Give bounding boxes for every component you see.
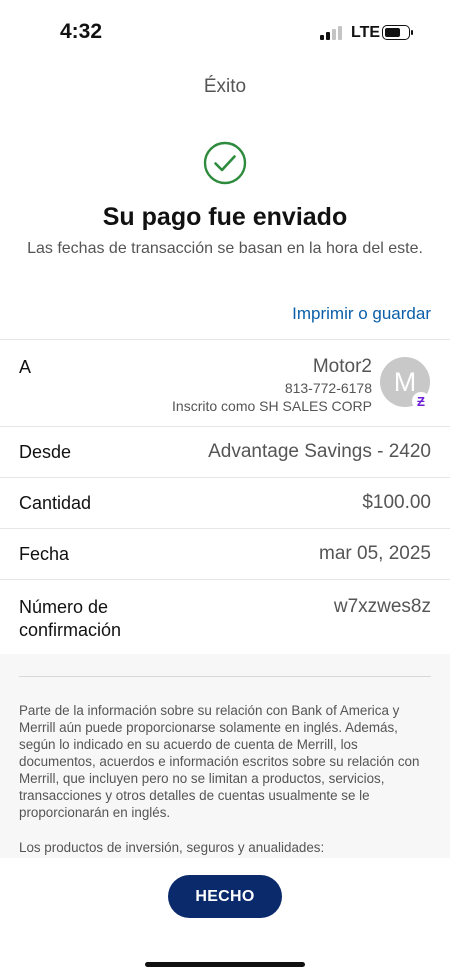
- confirmation-headline: Su pago fue enviado: [102, 203, 348, 231]
- page-title: Éxito: [203, 76, 247, 97]
- detail-row-amount: Cantidad $100.00: [0, 478, 450, 529]
- check-circle-icon: [203, 141, 247, 185]
- confirmation-number-value: w7xzwes8z: [333, 596, 431, 617]
- payee-enrolled-name: Inscrito como SH SALES CORP: [172, 398, 372, 414]
- from-account: Advantage Savings - 2420: [208, 441, 431, 462]
- done-button[interactable]: HECHO: [168, 875, 282, 918]
- status-bar: 4:32 LTE: [0, 0, 450, 62]
- date-label: Fecha: [19, 544, 70, 564]
- status-time: 4:32: [60, 20, 103, 43]
- payee-phone: 813-772-6178: [284, 380, 372, 396]
- avatar-initial: M: [393, 366, 417, 397]
- disclosure-language-notice: Parte de la información sobre su relació…: [19, 703, 420, 820]
- home-indicator[interactable]: [145, 962, 305, 967]
- payee-name: Motor2: [312, 356, 372, 377]
- detail-row-from: Desde Advantage Savings - 2420: [0, 427, 450, 478]
- payment-details: A Motor2 813-772-6178 Inscrito como SH S…: [0, 339, 450, 655]
- disclosure-divider: [19, 676, 431, 677]
- confirmation-number-label: Número de confirmación: [19, 597, 122, 640]
- detail-row-date: Fecha mar 05, 2025: [0, 529, 450, 580]
- to-label: A: [19, 357, 32, 377]
- detail-row-confirmation: Número de confirmación w7xzwes8z: [0, 580, 450, 655]
- signal-strength-icon: [320, 26, 342, 40]
- detail-row-to: A Motor2 813-772-6178 Inscrito como SH S…: [0, 340, 450, 427]
- from-label: Desde: [19, 442, 72, 462]
- battery-icon: [382, 25, 410, 40]
- amount-value: $100.00: [362, 492, 431, 513]
- zelle-icon: Ƶ: [412, 392, 430, 410]
- date-value: mar 05, 2025: [319, 543, 431, 564]
- timezone-note: Las fechas de transacción se basan en la…: [27, 240, 423, 257]
- disclosure-investment-notice: Los productos de inversión, seguros y an…: [19, 840, 325, 855]
- amount-label: Cantidad: [19, 493, 92, 513]
- network-type: LTE: [351, 24, 381, 41]
- print-or-save-link[interactable]: Imprimir o guardar: [292, 304, 431, 324]
- battery-tip: [411, 30, 413, 35]
- disclosure-section[interactable]: Parte de la información sobre su relació…: [0, 654, 450, 858]
